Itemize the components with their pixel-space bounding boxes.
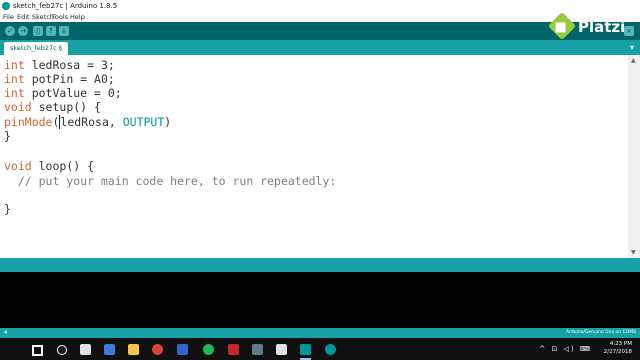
code-line-1: int ledRosa = 3; (4, 58, 115, 72)
open-button[interactable]: ↑ (46, 26, 56, 36)
windows-taskbar: ^ ⊡ ◁) ⌨ 4:23 PM 2/27/2018 (0, 338, 640, 360)
app2-icon[interactable] (252, 344, 263, 355)
scroll-up-icon[interactable]: ▲ (631, 57, 636, 64)
new-button[interactable]: ▯ (33, 26, 43, 36)
search-icon[interactable] (57, 345, 67, 355)
clock-date: 2/27/2018 (603, 349, 632, 355)
arduino2-task-icon[interactable] (325, 344, 336, 355)
serial-monitor-button[interactable]: ⌕ (624, 26, 634, 36)
platzi-watermark: Platzi (547, 11, 626, 41)
spotify-icon[interactable] (203, 344, 214, 355)
app-icon[interactable] (177, 344, 188, 355)
menu-bar: File Edit Sketch Tools Help (0, 12, 640, 22)
code-line-3: int potValue = 0; (4, 86, 122, 100)
menu-file[interactable]: File (3, 12, 14, 22)
media-icon[interactable] (228, 344, 239, 355)
title-bar: sketch_feb27c | Arduino 1.8.5 (0, 0, 640, 12)
code-line-7: void loop() { (4, 159, 95, 173)
menu-help[interactable]: Help (70, 12, 85, 22)
console-output (0, 272, 640, 328)
menu-tools[interactable]: Tools (52, 12, 68, 22)
line-number: 4 (4, 330, 8, 336)
code-line-9: } (4, 202, 11, 216)
tab-menu-chevron-icon[interactable]: ▾ (630, 42, 634, 54)
code-line-8: // put your main code here, to run repea… (4, 174, 337, 188)
tab-sketch[interactable]: sketch_feb27c § (4, 42, 68, 55)
arduino-icon (2, 2, 10, 10)
chrome-icon[interactable] (152, 344, 163, 355)
file-explorer-icon[interactable] (128, 344, 139, 355)
tab-strip: sketch_feb27c § ▾ (0, 40, 640, 55)
code-line-6: } (4, 129, 11, 143)
edge-icon[interactable] (104, 344, 115, 355)
editor-console-divider[interactable] (0, 258, 640, 272)
platzi-wordmark: Platzi (578, 18, 626, 36)
scroll-down-icon[interactable]: ▼ (631, 249, 636, 256)
task-view-icon[interactable] (80, 344, 91, 355)
code-line-2: int potPin = A0; (4, 72, 115, 86)
save-button[interactable]: ↓ (59, 26, 69, 36)
clock[interactable]: 4:23 PM 2/27/2018 (604, 340, 632, 356)
upload-button[interactable]: → (18, 26, 28, 36)
menu-edit[interactable]: Edit (17, 12, 30, 22)
arduino-task-icon[interactable] (300, 344, 311, 360)
windows-start-icon[interactable] (32, 345, 43, 356)
platzi-logo-icon (547, 11, 577, 41)
board-port-label: Arduino/Genuino Uno on COM8 (566, 330, 636, 335)
code-editor[interactable]: int ledRosa = 3; int potPin = A0; int po… (0, 55, 628, 258)
photos-icon[interactable] (276, 344, 287, 355)
editor-scrollbar[interactable]: ▲ ▼ (628, 55, 640, 258)
clock-time: 4:23 PM (609, 341, 632, 347)
toolbar: ✓ → ▯ ↑ ↓ ⌕ (0, 22, 640, 40)
code-line-4: void setup() { (4, 100, 101, 114)
code-line-5: pinMode(ledRosa, OUTPUT) (4, 115, 172, 129)
menu-sketch[interactable]: Sketch (32, 12, 54, 22)
system-tray-icons[interactable]: ^ ⊡ ◁) ⌨ (539, 345, 592, 353)
verify-button[interactable]: ✓ (5, 26, 15, 36)
status-bar: 4 Arduino/Genuino Uno on COM8 (0, 328, 640, 338)
window-title: sketch_feb27c | Arduino 1.8.5 (13, 2, 118, 10)
